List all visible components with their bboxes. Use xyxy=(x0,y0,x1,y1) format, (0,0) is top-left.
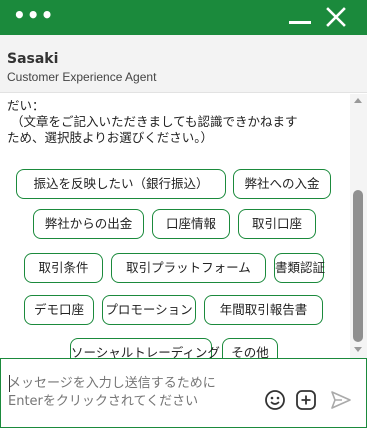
option-button-social-trading[interactable]: ソーシャルトレーディング xyxy=(70,338,220,358)
option-button-account-info[interactable]: 口座情報 xyxy=(152,209,230,239)
option-button-withdrawal[interactable]: 弊社からの出金 xyxy=(33,209,144,239)
option-button-trading-conditions[interactable]: 取引条件 xyxy=(24,253,103,283)
message-composer xyxy=(0,358,367,428)
send-icon[interactable] xyxy=(330,389,352,411)
agent-name: Sasaki xyxy=(7,51,59,67)
option-button-trading-account[interactable]: 取引口座 xyxy=(238,209,316,239)
ellipsis-icon[interactable]: ••• xyxy=(13,5,54,25)
option-button-promotion[interactable]: プロモーション xyxy=(102,295,196,325)
option-button-annual-report[interactable]: 年間取引報告書 xyxy=(204,295,323,325)
option-button-demo-account[interactable]: デモ口座 xyxy=(24,295,94,325)
agent-role: Customer Experience Agent xyxy=(7,70,157,84)
option-button-document-verification[interactable]: 書類認証 xyxy=(274,253,325,283)
chat-titlebar: ••• xyxy=(0,0,367,35)
message-input[interactable] xyxy=(8,375,258,411)
scrollbar-thumb[interactable] xyxy=(353,190,363,342)
scroll-down-arrow-icon[interactable] xyxy=(354,347,362,352)
text-caret xyxy=(9,375,10,392)
plus-box-icon[interactable] xyxy=(295,389,317,411)
message-list: だい： （文章をご記入いただきましても認識できかねます ため、選択肢よりお選びく… xyxy=(0,94,350,358)
scroll-up-arrow-icon[interactable] xyxy=(354,98,362,103)
emoji-icon[interactable] xyxy=(264,389,286,411)
option-button-deposit[interactable]: 弊社への入金 xyxy=(233,169,331,199)
close-icon[interactable] xyxy=(325,6,347,28)
option-button-bank-transfer[interactable]: 振込を反映したい（銀行振込） xyxy=(16,169,226,199)
option-button-other[interactable]: その他 xyxy=(222,338,278,358)
minimize-icon[interactable] xyxy=(289,11,311,25)
option-button-trading-platform[interactable]: 取引プラットフォーム xyxy=(111,253,266,283)
agent-header: Sasaki Customer Experience Agent xyxy=(0,35,367,93)
bot-message: だい： （文章をご記入いただきましても認識できかねます ため、選択肢よりお選びく… xyxy=(7,98,298,145)
